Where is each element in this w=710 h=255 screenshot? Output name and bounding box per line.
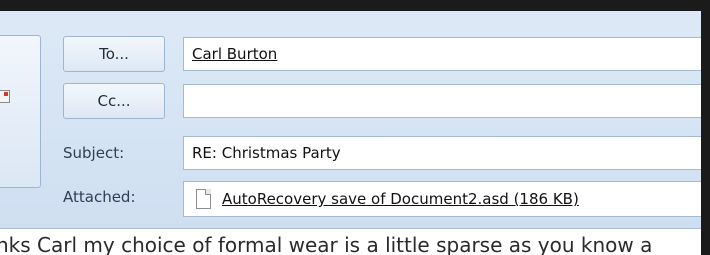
window-top-border (0, 0, 710, 11)
recipient-carl-burton[interactable]: Carl Burton (192, 45, 277, 63)
send-button[interactable]: d (0, 35, 41, 188)
attachment-link[interactable]: AutoRecovery save of Document2.asd (186 … (222, 183, 579, 215)
subject-field[interactable]: RE: Christmas Party (183, 136, 710, 170)
message-body[interactable]: nks Carl my choice of formal wear is a l… (0, 233, 652, 255)
attached-label: Attached: (63, 188, 136, 206)
cc-button[interactable]: Cc... (63, 83, 165, 119)
to-field[interactable]: Carl Burton (183, 37, 710, 71)
to-button[interactable]: To... (63, 36, 165, 72)
message-header: d To... Cc... Subject: Attached: Carl Bu… (0, 11, 710, 229)
subject-label: Subject: (63, 144, 125, 162)
send-icon (0, 90, 10, 103)
attached-field[interactable]: AutoRecovery save of Document2.asd (186 … (183, 181, 710, 217)
cc-field[interactable] (183, 84, 710, 118)
document-icon (196, 189, 211, 209)
window-right-border (701, 0, 710, 255)
email-compose-window: d To... Cc... Subject: Attached: Carl Bu… (0, 0, 710, 255)
